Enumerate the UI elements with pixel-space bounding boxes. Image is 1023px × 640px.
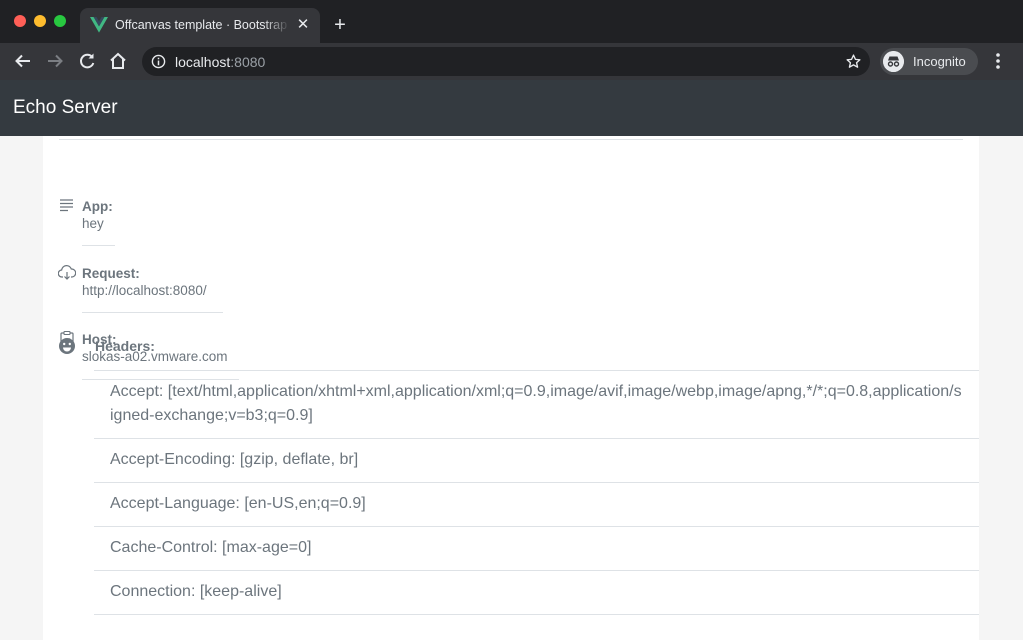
- request-separator: [82, 312, 223, 313]
- browser-tabstrip: Offcanvas template · Bootstrap ✕ +: [0, 0, 1023, 43]
- browser-tab-active[interactable]: Offcanvas template · Bootstrap ✕: [80, 8, 320, 43]
- headers-list: Accept: [text/html,application/xhtml+xml…: [94, 370, 979, 615]
- card-divider: [59, 139, 963, 140]
- forward-icon[interactable]: [45, 51, 65, 71]
- browser-menu-icon[interactable]: [990, 51, 1006, 71]
- bookmark-star-icon[interactable]: [845, 53, 862, 70]
- headers-label: Headers:: [95, 338, 155, 354]
- tab-title: Offcanvas template · Bootstrap: [115, 18, 288, 32]
- page-viewport[interactable]: Echo Server App: hey Request: http://loc…: [0, 80, 1023, 640]
- request-label: Request:: [82, 266, 140, 281]
- new-tab-button[interactable]: +: [330, 15, 350, 35]
- header-item: Accept: [text/html,application/xhtml+xml…: [94, 371, 979, 439]
- request-value: http://localhost:8080/: [82, 283, 207, 298]
- app-label: App:: [82, 199, 113, 214]
- site-info-icon[interactable]: [151, 54, 166, 69]
- cloud-download-icon: [58, 265, 76, 280]
- incognito-label: Incognito: [913, 54, 966, 69]
- reload-icon[interactable]: [77, 51, 97, 71]
- back-icon[interactable]: [13, 51, 33, 71]
- app-separator: [82, 245, 115, 246]
- app-value: hey: [82, 216, 104, 231]
- url-port: :8080: [230, 54, 266, 70]
- notes-icon: [60, 199, 73, 212]
- incognito-profile-button[interactable]: Incognito: [880, 48, 978, 75]
- header-item: Connection: [keep-alive]: [94, 571, 979, 615]
- vue-logo-icon: [90, 17, 108, 33]
- navbar: Echo Server: [0, 80, 1023, 136]
- incognito-icon: [883, 51, 904, 72]
- window-minimize-button[interactable]: [34, 15, 46, 27]
- window-zoom-button[interactable]: [54, 15, 66, 27]
- url-text[interactable]: localhost:8080: [175, 54, 265, 70]
- header-item: Accept-Language: [en-US,en;q=0.9]: [94, 483, 979, 527]
- url-host: localhost: [175, 54, 231, 70]
- echo-card: App: hey Request: http://localhost:8080/…: [43, 120, 979, 640]
- tab-close-icon[interactable]: ✕: [295, 17, 311, 33]
- header-item: Accept-Encoding: [gzip, deflate, br]: [94, 439, 979, 483]
- navbar-brand[interactable]: Echo Server: [13, 97, 118, 119]
- address-bar[interactable]: localhost:8080: [142, 47, 870, 76]
- browser-toolbar: localhost:8080 Incognito: [0, 43, 1023, 80]
- header-item: Cache-Control: [max-age=0]: [94, 527, 979, 571]
- smiley-face-icon: [59, 338, 75, 354]
- window-close-button[interactable]: [14, 15, 26, 27]
- home-icon[interactable]: [108, 51, 128, 71]
